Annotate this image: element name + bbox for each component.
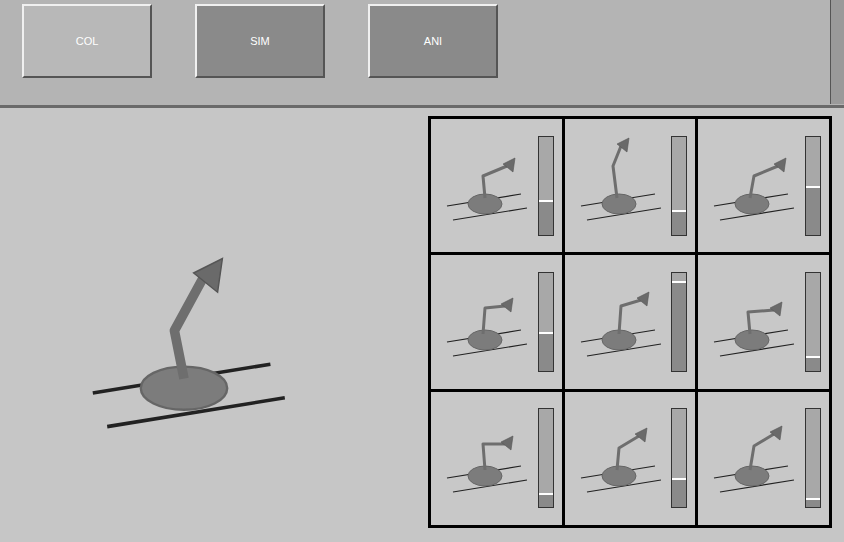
lamp-icon — [702, 272, 802, 372]
fitness-fill — [539, 200, 553, 234]
fitness-bar — [671, 136, 687, 236]
toolbar-button[interactable]: ANI — [368, 4, 498, 78]
fitness-bar — [671, 272, 687, 372]
fitness-bar — [671, 408, 687, 508]
grid-cell[interactable] — [698, 119, 829, 252]
fitness-fill — [806, 498, 820, 508]
fitness-bar — [805, 136, 821, 236]
grid-cell[interactable] — [565, 255, 696, 388]
lamp-icon — [702, 408, 802, 508]
side-strip — [830, 0, 844, 104]
grid-cell[interactable] — [431, 392, 562, 525]
workspace — [0, 108, 844, 542]
fitness-fill — [539, 332, 553, 371]
lamp-icon — [54, 225, 314, 465]
toolbar-button[interactable]: SIM — [195, 4, 325, 78]
grid-cell[interactable] — [698, 392, 829, 525]
fitness-bar — [538, 408, 554, 508]
lamp-icon — [569, 136, 669, 236]
grid-cell[interactable] — [431, 255, 562, 388]
fitness-fill — [672, 281, 686, 371]
grid-cell[interactable] — [565, 392, 696, 525]
fitness-fill — [806, 356, 820, 371]
lamp-icon — [435, 408, 535, 508]
fitness-bar — [538, 272, 554, 372]
grid-cell[interactable] — [565, 119, 696, 252]
fitness-bar — [538, 136, 554, 236]
fitness-fill — [672, 478, 686, 507]
grid-cell[interactable] — [698, 255, 829, 388]
toolbar: COL SIM ANI — [0, 0, 844, 108]
fitness-bar — [805, 408, 821, 508]
fitness-fill — [539, 493, 553, 508]
fitness-fill — [672, 210, 686, 235]
lamp-icon — [569, 408, 669, 508]
toolbar-button[interactable]: COL — [22, 4, 152, 78]
lamp-icon — [569, 272, 669, 372]
app: COL SIM ANI — [0, 0, 844, 542]
fitness-fill — [806, 186, 820, 235]
lamp-icon — [435, 272, 535, 372]
lamp-icon — [435, 136, 535, 236]
population-grid — [428, 116, 832, 528]
main-view — [0, 108, 428, 542]
lamp-icon — [702, 136, 802, 236]
fitness-bar — [805, 272, 821, 372]
grid-cell[interactable] — [431, 119, 562, 252]
